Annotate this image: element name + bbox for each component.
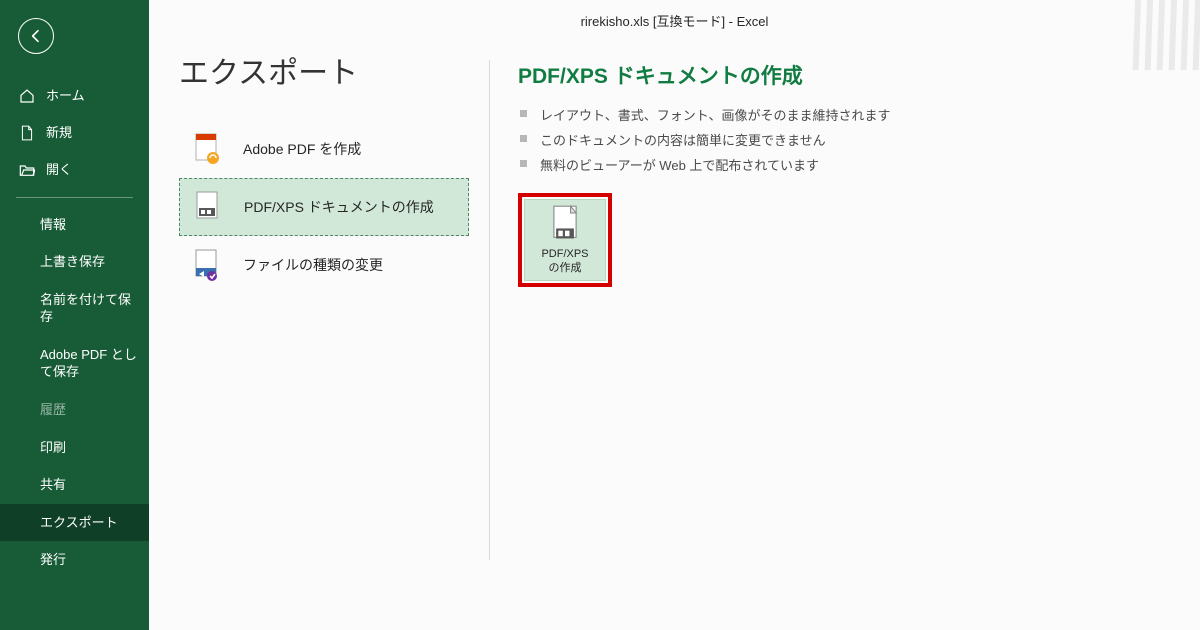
- detail-title: PDF/XPS ドキュメントの作成: [518, 60, 890, 90]
- export-option-adobe-pdf[interactable]: Adobe PDF を作成: [179, 120, 469, 178]
- export-option-pdf-xps[interactable]: PDF/XPS ドキュメントの作成: [179, 178, 469, 236]
- document-icon: [18, 125, 36, 141]
- sidebar-item-adobe-pdf-save[interactable]: Adobe PDF として保存: [0, 336, 149, 391]
- sidebar-item-share[interactable]: 共有: [0, 466, 149, 504]
- export-option-change-filetype[interactable]: ファイルの種類の変更: [179, 236, 469, 294]
- pdf-xps-large-icon: [548, 204, 582, 244]
- detail-bullet: このドキュメントの内容は簡単に変更できません: [518, 127, 890, 152]
- folder-open-icon: [18, 163, 36, 177]
- sidebar-item-print[interactable]: 印刷: [0, 429, 149, 467]
- highlight-annotation: PDF/XPS の作成: [518, 193, 612, 287]
- sidebar-item-publish[interactable]: 発行: [0, 541, 149, 579]
- vertical-divider: [489, 60, 490, 560]
- export-option-label: PDF/XPS ドキュメントの作成: [244, 197, 434, 217]
- create-pdf-xps-button[interactable]: PDF/XPS の作成: [524, 199, 606, 281]
- window-title: rirekisho.xls [互換モード] - Excel: [149, 0, 1200, 40]
- detail-bullet: レイアウト、書式、フォント、画像がそのまま維持されます: [518, 102, 890, 127]
- export-option-label: ファイルの種類の変更: [243, 255, 383, 275]
- home-icon: [18, 88, 36, 104]
- pdf-xps-icon: [190, 189, 226, 225]
- sidebar-item-label: 開く: [46, 162, 72, 179]
- sidebar-item-history[interactable]: 履歴: [0, 391, 149, 429]
- sidebar-item-label: 新規: [46, 125, 72, 142]
- page-title: エクスポート: [179, 48, 479, 92]
- create-pdf-xps-label: PDF/XPS の作成: [541, 248, 588, 276]
- detail-bullet: 無料のビューアーが Web 上で配布されています: [518, 152, 890, 177]
- sidebar-item-info[interactable]: 情報: [0, 206, 149, 244]
- adobe-pdf-icon: [189, 131, 225, 167]
- export-option-label: Adobe PDF を作成: [243, 139, 361, 159]
- sidebar-item-saveas[interactable]: 名前を付けて保存: [0, 281, 149, 336]
- sidebar-item-home[interactable]: ホーム: [0, 78, 149, 115]
- change-filetype-icon: [189, 247, 225, 283]
- sidebar-item-save[interactable]: 上書き保存: [0, 243, 149, 281]
- sidebar-separator: [16, 197, 133, 198]
- arrow-left-icon: [28, 28, 44, 44]
- backstage-sidebar: ホーム 新規 開く 情報 上書き保存 名前を付けて保存 Adobe PDF とし…: [0, 0, 149, 630]
- sidebar-item-export[interactable]: エクスポート: [0, 504, 149, 542]
- sidebar-item-new[interactable]: 新規: [0, 115, 149, 152]
- sidebar-item-open[interactable]: 開く: [0, 152, 149, 189]
- detail-bullet-list: レイアウト、書式、フォント、画像がそのまま維持されます このドキュメントの内容は…: [518, 102, 890, 177]
- sidebar-item-label: ホーム: [46, 88, 85, 105]
- export-options-list: Adobe PDF を作成 PDF/XPS ドキュメントの作成 ファイルの種類の…: [179, 120, 469, 294]
- back-button[interactable]: [18, 18, 54, 54]
